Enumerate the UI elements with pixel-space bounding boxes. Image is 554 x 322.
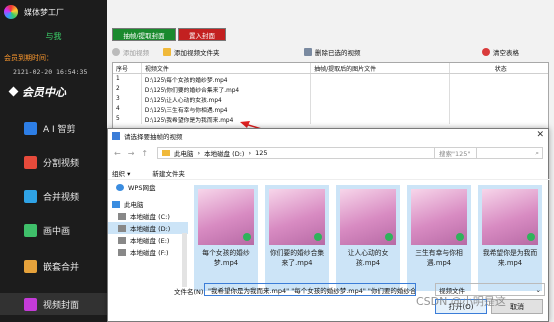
search-icon: ⌕ xyxy=(535,148,539,157)
address-bar[interactable]: 此电脑 › 本地磁盘 (D:) › 125 xyxy=(157,147,477,159)
cloud-icon xyxy=(116,183,124,191)
breadcrumb-item[interactable]: 本地磁盘 (D:) xyxy=(204,148,244,158)
tree-item-label: 本地磁盘 (D:) xyxy=(130,225,171,233)
search-placeholder: 搜索"125" xyxy=(439,150,471,158)
tree-item-drive-d[interactable]: 本地磁盘 (D:) xyxy=(108,222,188,234)
video-thumbnail xyxy=(411,189,467,245)
tree-item-wps[interactable]: WPS网盘 xyxy=(108,181,188,193)
dialog-titlebar: 请选择要抽帧的视频 xyxy=(108,129,548,143)
chevron-down-icon: ⌄ xyxy=(535,285,541,294)
dialog-title: 请选择要抽帧的视频 xyxy=(124,133,183,141)
file-grid: 每个女孩的婚纱梦.mp4 你们要的婚纱合集来了.mp4 让人心动的女孩.mp4 … xyxy=(194,185,546,295)
video-thumbnail xyxy=(269,189,325,245)
video-thumbnail xyxy=(340,189,396,245)
file-tile[interactable]: 每个女孩的婚纱梦.mp4 xyxy=(194,185,258,291)
tree-item-label: WPS网盘 xyxy=(128,184,156,192)
filename-input[interactable]: "我希望你是为我而来.mp4" "每个女孩的婚纱梦.mp4" "你们要的婚纱合 xyxy=(204,283,416,296)
new-folder-button[interactable]: 新建文件夹 xyxy=(152,168,185,178)
video-thumbnail xyxy=(198,189,254,245)
breadcrumb-item[interactable]: 125 xyxy=(255,149,267,157)
video-thumbnail xyxy=(482,189,538,245)
breadcrumb-separator: › xyxy=(197,149,201,157)
drive-icon xyxy=(118,236,126,244)
close-icon[interactable]: ✕ xyxy=(536,130,544,140)
watermark-text: CSDN @小明是这 xyxy=(416,295,506,308)
file-name: 我希望你是为我而来.mp4 xyxy=(482,249,538,267)
up-arrow-icon[interactable]: ↑ xyxy=(141,149,148,158)
file-name: 三生有幸与你相遇.mp4 xyxy=(415,249,463,267)
file-tile[interactable]: 三生有幸与你相遇.mp4 xyxy=(407,185,471,291)
tree-item-drive-f[interactable]: 本地磁盘 (F:) xyxy=(108,246,188,258)
tree-item-drive-c[interactable]: 本地磁盘 (C:) xyxy=(108,210,188,222)
file-name: 每个女孩的婚纱梦.mp4 xyxy=(202,249,250,267)
file-tile[interactable]: 我希望你是为我而来.mp4 xyxy=(478,185,542,291)
tree-scrollbar[interactable] xyxy=(182,233,187,287)
drive-icon xyxy=(118,248,126,256)
drive-icon xyxy=(118,212,126,220)
dialog-toolbar: 组织 ▾ 新建文件夹 xyxy=(108,166,550,180)
drive-icon xyxy=(118,224,126,232)
navigation-tree: WPS网盘 此电脑 本地磁盘 (C:) 本地磁盘 (D:) 本地磁盘 (E:) … xyxy=(108,181,188,291)
file-tile[interactable]: 你们要的婚纱合集来了.mp4 xyxy=(265,185,329,291)
filename-label: 文件名(N): xyxy=(174,288,206,296)
file-name: 让人心动的女孩.mp4 xyxy=(347,249,389,267)
tree-item-label: 本地磁盘 (F:) xyxy=(130,249,169,257)
tree-item-this-pc[interactable]: 此电脑 xyxy=(108,198,188,210)
dialog-app-icon xyxy=(112,132,120,140)
file-tile[interactable]: 让人心动的女孩.mp4 xyxy=(336,185,400,291)
search-input[interactable]: 搜索"125" ⌕ xyxy=(434,147,543,159)
address-row: ← → ↑ 此电脑 › 本地磁盘 (D:) › 125 搜索"125" ⌕ xyxy=(108,145,550,162)
organize-menu[interactable]: 组织 ▾ xyxy=(112,168,130,178)
tree-item-drive-e[interactable]: 本地磁盘 (E:) xyxy=(108,234,188,246)
folder-icon xyxy=(162,150,170,156)
forward-arrow-icon[interactable]: → xyxy=(128,149,135,158)
tree-item-label: 本地磁盘 (E:) xyxy=(130,237,170,245)
tree-item-label: 此电脑 xyxy=(124,201,144,209)
breadcrumb-separator: › xyxy=(248,149,252,157)
breadcrumb-item[interactable]: 此电脑 xyxy=(174,148,194,158)
file-name: 你们要的婚纱合集来了.mp4 xyxy=(269,249,325,267)
computer-icon xyxy=(112,200,120,208)
tree-item-label: 本地磁盘 (C:) xyxy=(130,213,170,221)
back-arrow-icon[interactable]: ← xyxy=(114,149,121,158)
